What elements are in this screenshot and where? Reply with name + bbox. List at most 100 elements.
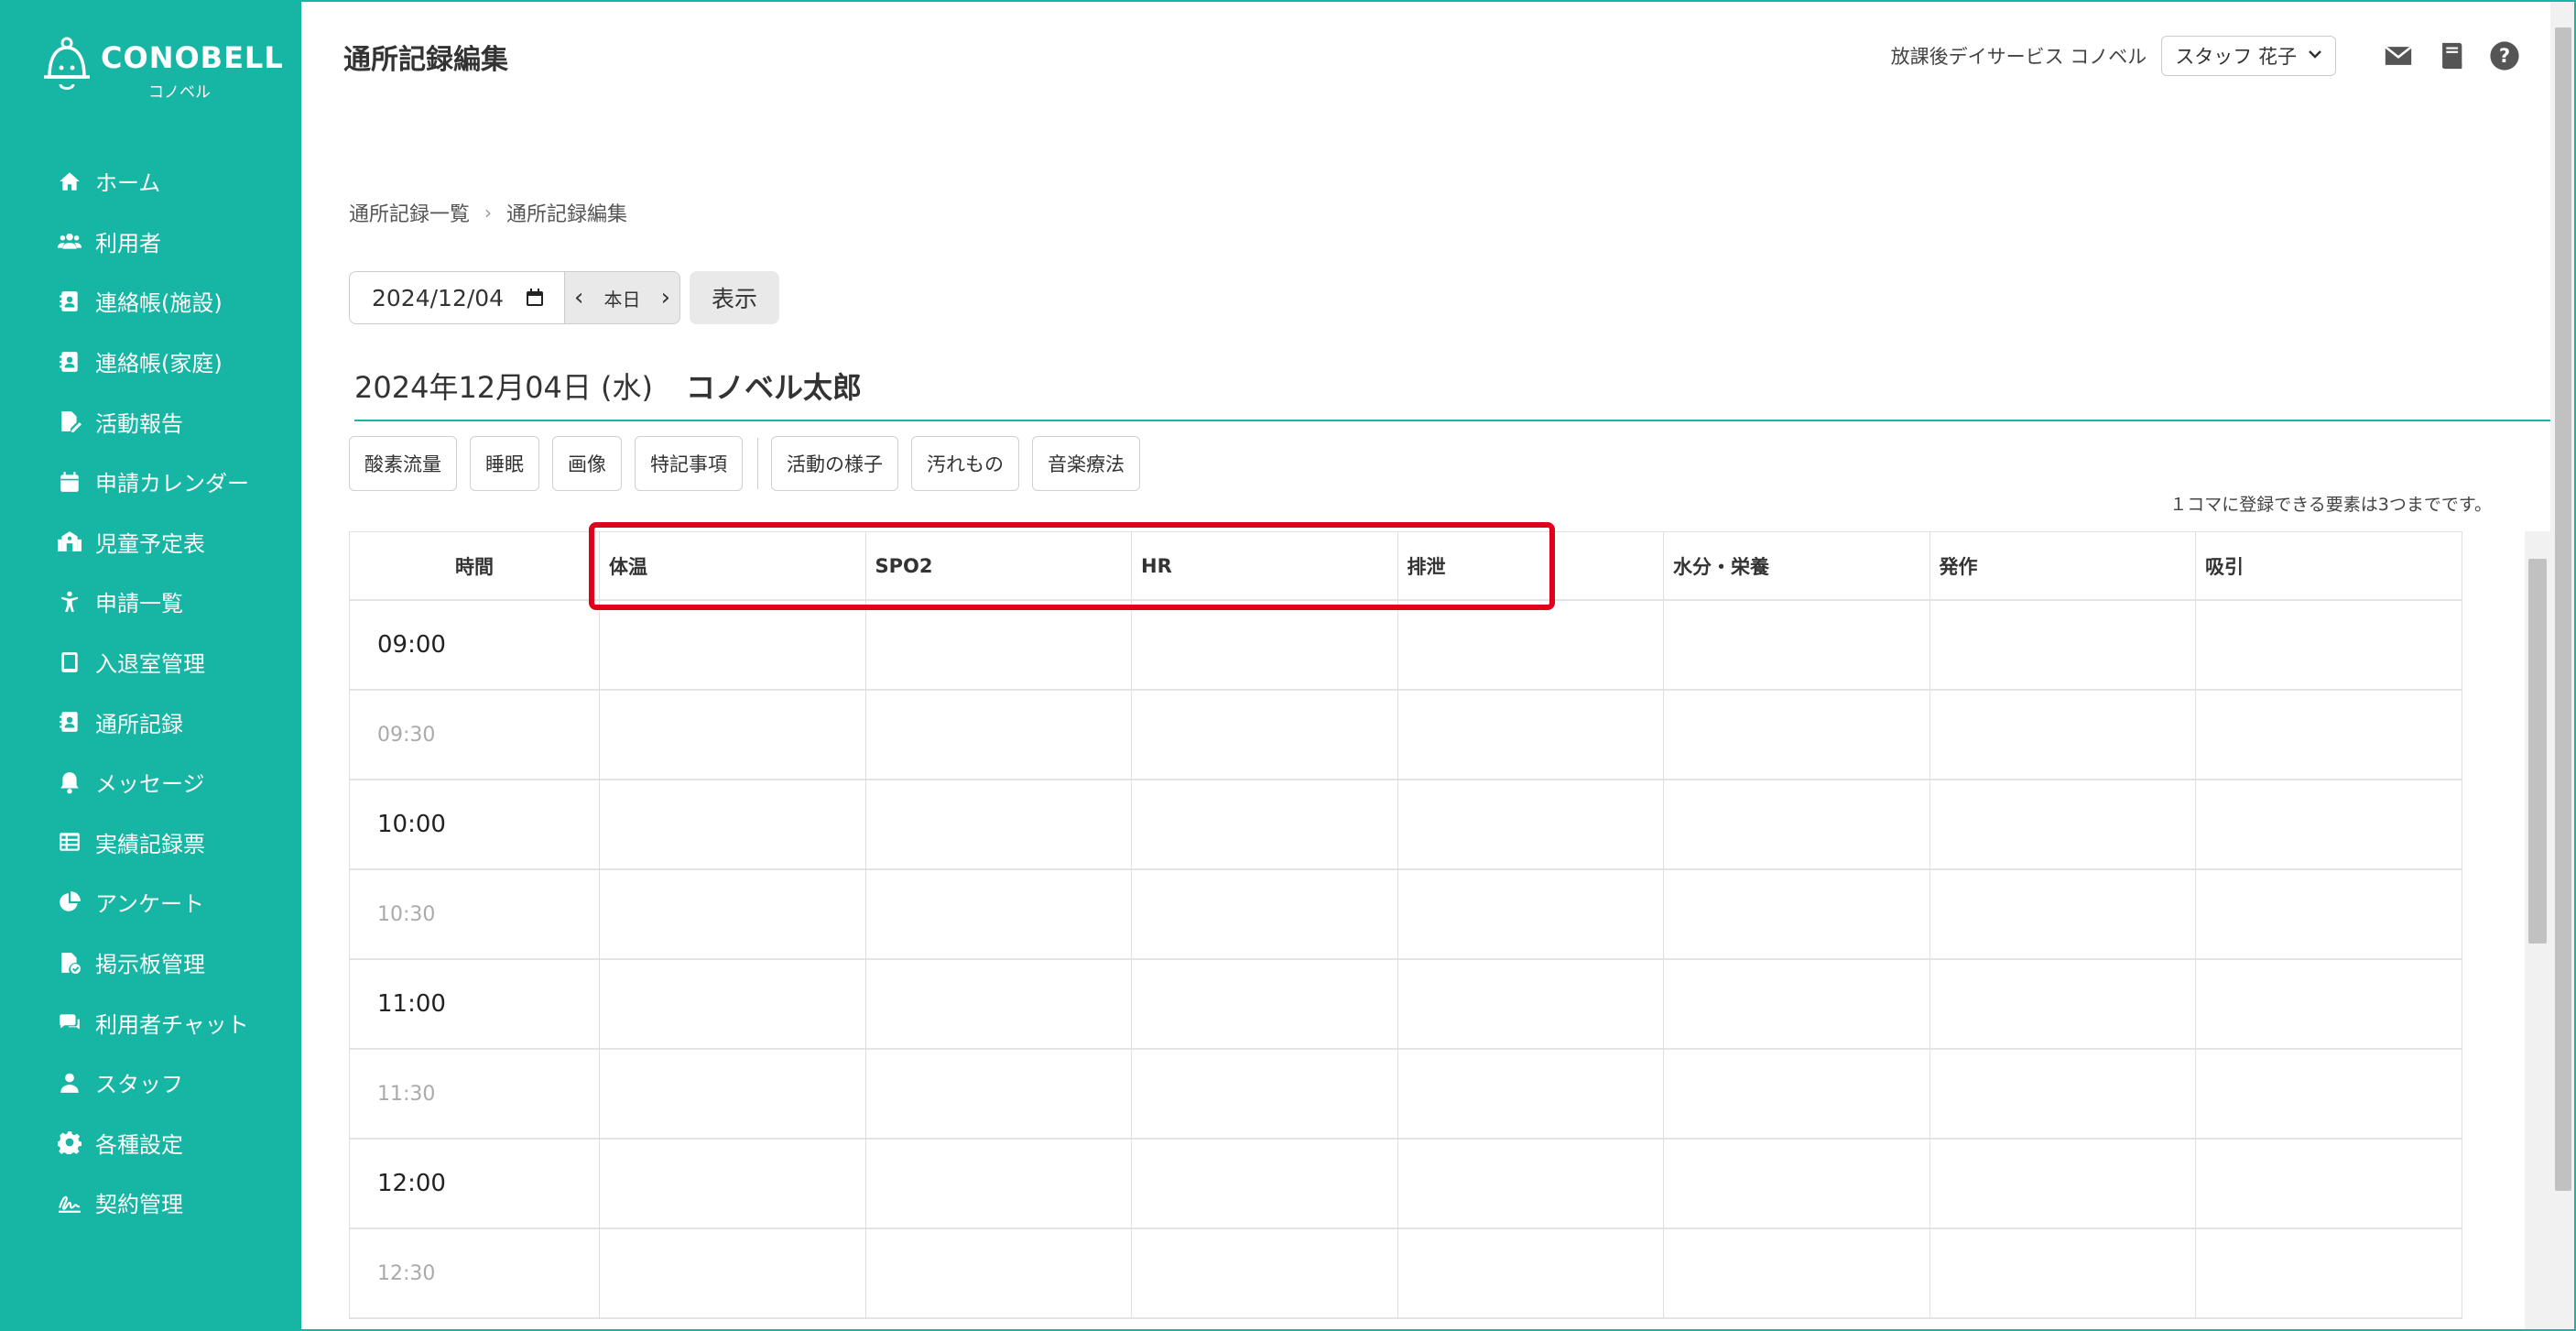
- sidebar-item-2[interactable]: 連絡帳(施設): [0, 271, 301, 332]
- record-cell[interactable]: [600, 691, 866, 780]
- record-cell[interactable]: [1664, 601, 1930, 691]
- tab-button[interactable]: 音楽療法: [1032, 436, 1140, 491]
- record-cell[interactable]: [1397, 870, 1664, 960]
- sidebar-item-11[interactable]: 実績記録票: [0, 813, 301, 873]
- sidebar-item-8[interactable]: 入退室管理: [0, 632, 301, 693]
- record-cell[interactable]: [1929, 870, 2196, 960]
- record-cell[interactable]: [600, 1050, 866, 1140]
- sidebar-item-label: 申請カレンダー: [95, 471, 249, 497]
- record-cell[interactable]: [1664, 1140, 1930, 1229]
- sidebar-item-15[interactable]: スタッフ: [0, 1053, 301, 1113]
- record-cell[interactable]: [865, 870, 1132, 960]
- date-input[interactable]: 2024/12/04: [349, 271, 565, 324]
- next-day-button[interactable]: ›: [661, 284, 670, 311]
- tab-button[interactable]: 活動の様子: [771, 436, 898, 491]
- tab-button[interactable]: 酸素流量: [349, 436, 457, 491]
- record-cell[interactable]: [1397, 1050, 1664, 1140]
- sidebar-item-12[interactable]: アンケート: [0, 872, 301, 933]
- sidebar-item-9[interactable]: 通所記録: [0, 692, 301, 752]
- breadcrumb-item-list[interactable]: 通所記録一覧: [349, 198, 470, 227]
- table-scrollbar-thumb[interactable]: [2528, 559, 2547, 944]
- record-cell[interactable]: [600, 780, 866, 870]
- record-cell[interactable]: [1397, 691, 1664, 780]
- record-cell[interactable]: [1132, 780, 1398, 870]
- record-cell[interactable]: [1929, 1229, 2196, 1319]
- record-cell[interactable]: [1929, 1050, 2196, 1140]
- help-icon[interactable]: ?: [2488, 39, 2521, 72]
- sidebar-item-6[interactable]: 児童予定表: [0, 512, 301, 573]
- record-cell[interactable]: [1132, 1229, 1398, 1319]
- record-cell[interactable]: [600, 960, 866, 1050]
- tab-button[interactable]: 画像: [552, 436, 622, 491]
- sidebar-item-7[interactable]: 申請一覧: [0, 572, 301, 632]
- sidebar-item-1[interactable]: 利用者: [0, 212, 301, 272]
- record-cell[interactable]: [1664, 960, 1930, 1050]
- record-cell[interactable]: [865, 601, 1132, 691]
- sidebar-item-5[interactable]: 申請カレンダー: [0, 452, 301, 512]
- record-cell[interactable]: [2196, 870, 2462, 960]
- show-button[interactable]: 表示: [690, 271, 779, 324]
- sidebar-item-10[interactable]: メッセージ: [0, 752, 301, 813]
- record-cell[interactable]: [1397, 960, 1664, 1050]
- record-cell[interactable]: [2196, 691, 2462, 780]
- record-cell[interactable]: [1132, 601, 1398, 691]
- record-cell[interactable]: [2196, 780, 2462, 870]
- mail-icon[interactable]: [2382, 39, 2415, 72]
- sidebar-item-16[interactable]: 各種設定: [0, 1113, 301, 1173]
- window-scrollbar[interactable]: [2550, 0, 2576, 1331]
- record-cell[interactable]: [600, 1140, 866, 1229]
- record-cell[interactable]: [2196, 1050, 2462, 1140]
- record-cell[interactable]: [1397, 780, 1664, 870]
- record-cell[interactable]: [865, 780, 1132, 870]
- record-cell[interactable]: [1664, 780, 1930, 870]
- record-cell[interactable]: [600, 1229, 866, 1319]
- brand-logo[interactable]: CONOBELL コノベル: [40, 35, 283, 102]
- record-cell[interactable]: [865, 1050, 1132, 1140]
- record-cell[interactable]: [1397, 601, 1664, 691]
- sidebar-item-14[interactable]: 利用者チャット: [0, 992, 301, 1053]
- record-cell[interactable]: [2196, 601, 2462, 691]
- prev-day-button[interactable]: ‹: [574, 284, 583, 311]
- today-button[interactable]: 本日: [604, 285, 641, 311]
- sidebar-item-0[interactable]: ホーム: [0, 151, 301, 212]
- tab-button[interactable]: 汚れもの: [911, 436, 1019, 491]
- tab-button[interactable]: 特記事項: [635, 436, 743, 491]
- record-cell[interactable]: [1132, 870, 1398, 960]
- record-date: 2024年12月04日 (水): [354, 370, 654, 405]
- record-cell[interactable]: [600, 870, 866, 960]
- date-nav: ‹ 本日 ›: [565, 271, 680, 324]
- record-cell[interactable]: [1929, 780, 2196, 870]
- record-cell[interactable]: [2196, 960, 2462, 1050]
- window-scrollbar-thumb[interactable]: [2555, 27, 2571, 1191]
- sidebar-item-13[interactable]: 掲示板管理: [0, 933, 301, 993]
- manual-book-icon[interactable]: [2435, 39, 2468, 72]
- record-cell[interactable]: [1132, 691, 1398, 780]
- record-cell[interactable]: [865, 960, 1132, 1050]
- record-cell[interactable]: [1132, 1050, 1398, 1140]
- sidebar-item-4[interactable]: 活動報告: [0, 391, 301, 452]
- record-cell[interactable]: [1929, 691, 2196, 780]
- table-scrollbar[interactable]: [2525, 531, 2550, 1331]
- record-cell[interactable]: [865, 1140, 1132, 1229]
- record-cell[interactable]: [1132, 960, 1398, 1050]
- record-cell[interactable]: [1132, 1140, 1398, 1229]
- sidebar-item-17[interactable]: 契約管理: [0, 1173, 301, 1233]
- record-cell[interactable]: [1664, 1229, 1930, 1319]
- record-cell[interactable]: [600, 601, 866, 691]
- record-cell[interactable]: [1929, 1140, 2196, 1229]
- sidebar-item-3[interactable]: 連絡帳(家庭): [0, 332, 301, 392]
- record-cell[interactable]: [2196, 1140, 2462, 1229]
- record-cell[interactable]: [2196, 1229, 2462, 1319]
- record-cell[interactable]: [1664, 691, 1930, 780]
- record-cell[interactable]: [865, 1229, 1132, 1319]
- record-cell[interactable]: [1929, 960, 2196, 1050]
- record-cell[interactable]: [1664, 870, 1930, 960]
- calendar-icon[interactable]: [524, 287, 546, 309]
- record-cell[interactable]: [865, 691, 1132, 780]
- staff-select[interactable]: スタッフ 花子: [2161, 36, 2336, 76]
- record-cell[interactable]: [1397, 1140, 1664, 1229]
- tab-button[interactable]: 睡眠: [470, 436, 539, 491]
- record-cell[interactable]: [1929, 601, 2196, 691]
- record-cell[interactable]: [1664, 1050, 1930, 1140]
- record-cell[interactable]: [1397, 1229, 1664, 1319]
